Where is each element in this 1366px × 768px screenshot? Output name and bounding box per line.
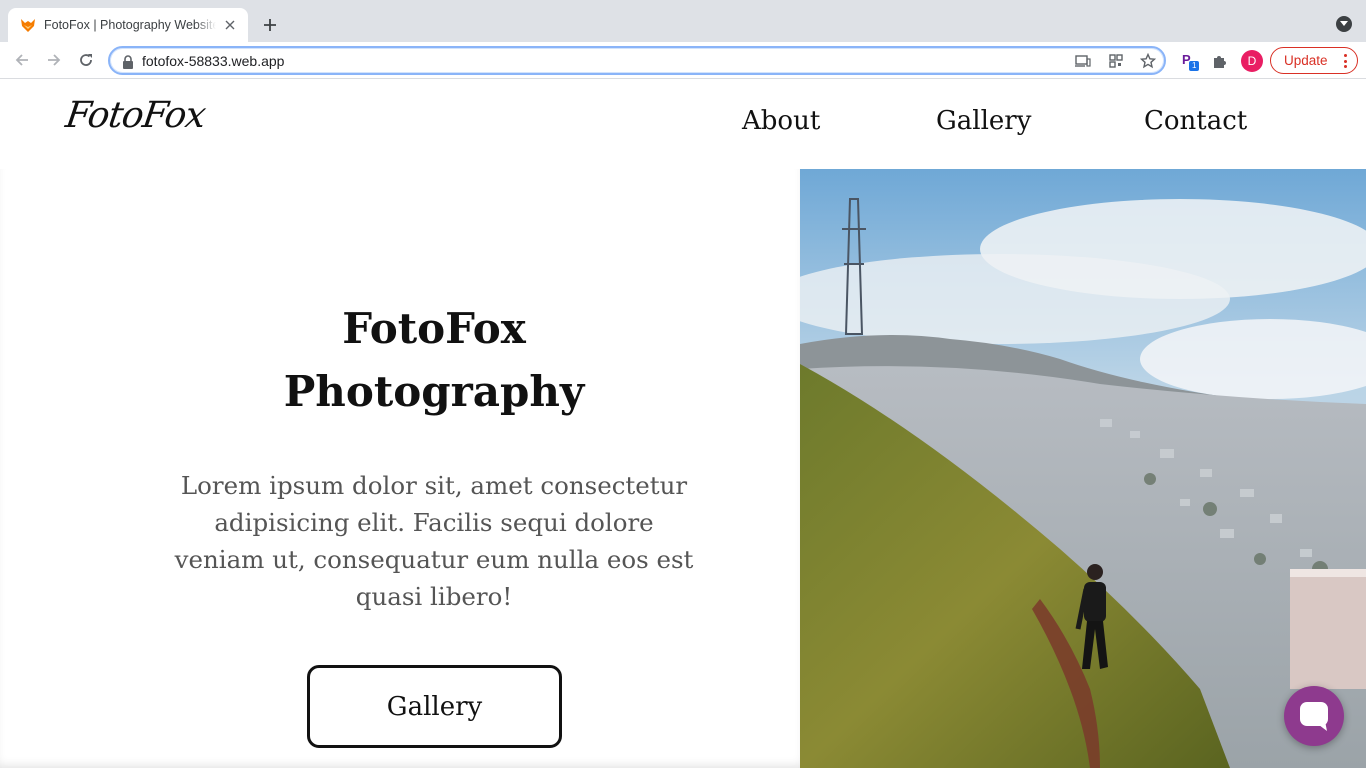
update-label: Update	[1284, 53, 1328, 68]
extension-badge: 1	[1192, 61, 1197, 70]
extension-icon[interactable]: P 1	[1180, 51, 1200, 71]
address-bar[interactable]: fotofox-58833.web.app	[108, 46, 1166, 75]
chat-icon	[1300, 702, 1328, 731]
url-text: fotofox-58833.web.app	[142, 53, 285, 69]
close-icon[interactable]	[222, 17, 238, 33]
cast-icon[interactable]	[1074, 53, 1092, 69]
nav-contact[interactable]: Contact	[1144, 106, 1247, 136]
qr-code-icon[interactable]	[1107, 53, 1125, 69]
more-vert-icon	[1343, 54, 1347, 68]
browser-tab[interactable]: FotoFox | Photography Website	[8, 8, 248, 42]
hero-title-line2: Photography	[283, 367, 585, 416]
plus-icon[interactable]	[258, 13, 282, 37]
site-header: FotoFox About Gallery Contact	[0, 79, 1366, 169]
tab-strip: FotoFox | Photography Website	[0, 0, 1366, 42]
hero-description: Lorem ipsum dolor sit, amet consectetur …	[174, 471, 694, 611]
browser-toolbar: fotofox-58833.web.app P 1 D Update	[0, 42, 1366, 79]
tab-title: FotoFox | Photography Website	[44, 18, 216, 32]
hero-title: FotoFox Photography	[0, 297, 868, 423]
back-arrow-icon[interactable]	[12, 50, 32, 70]
puzzle-icon[interactable]	[1210, 51, 1230, 71]
hero-title-line1: FotoFox	[342, 304, 526, 353]
hero-photo	[800, 169, 1366, 768]
reload-icon[interactable]	[76, 50, 96, 70]
hero-section: FotoFox Photography Lorem ipsum dolor si…	[0, 169, 800, 768]
chat-button[interactable]	[1284, 686, 1344, 746]
profile-avatar[interactable]: D	[1241, 50, 1263, 72]
update-button[interactable]: Update	[1270, 47, 1358, 74]
star-icon[interactable]	[1139, 53, 1157, 69]
gallery-button[interactable]: Gallery	[307, 665, 562, 748]
tab-search-icon[interactable]	[1336, 16, 1352, 32]
forward-arrow-icon[interactable]	[44, 50, 64, 70]
lock-icon	[122, 54, 134, 69]
fox-favicon-icon	[20, 17, 36, 33]
nav-gallery[interactable]: Gallery	[936, 106, 1031, 136]
site-logo[interactable]: FotoFox	[63, 95, 208, 136]
nav-about[interactable]: About	[742, 106, 820, 136]
